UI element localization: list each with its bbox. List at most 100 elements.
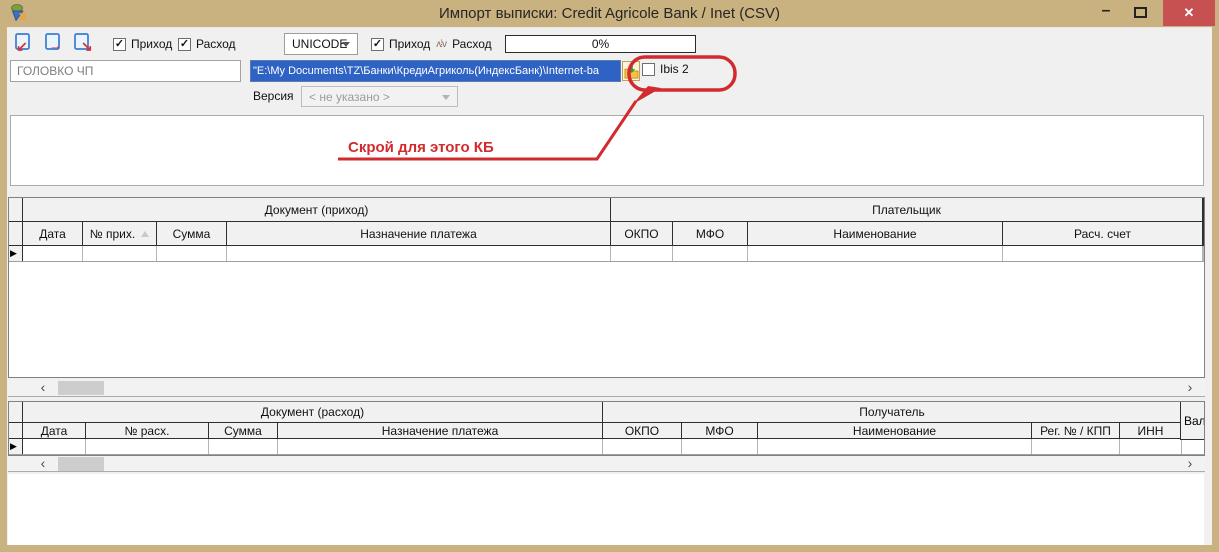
message-panel <box>10 115 1204 186</box>
grid-cell[interactable] <box>209 439 278 454</box>
sync-label-right: Расход <box>452 37 492 51</box>
column-header-data[interactable]: Дата <box>23 222 83 246</box>
grid-cell[interactable] <box>1003 246 1203 261</box>
column-header-okpo[interactable]: ОКПО <box>611 222 673 246</box>
column-header-summa[interactable]: Сумма <box>157 222 227 246</box>
column-header-naimenovanie[interactable]: Наименование <box>748 222 1003 246</box>
file-path-input[interactable]: "E:\My Documents\TZ\Банки\КредиАгриколь(… <box>250 60 621 82</box>
prihod-checkbox-label: Приход <box>131 37 172 51</box>
column-header-label: № прих. <box>90 227 135 241</box>
group-header-document-rashod: Документ (расход) <box>23 402 603 423</box>
sort-indicator-icon <box>141 231 149 237</box>
grid-cell[interactable] <box>1032 439 1120 454</box>
grid-cell[interactable] <box>23 246 83 261</box>
grid-cell[interactable] <box>1203 246 1204 261</box>
rashod-checkbox[interactable]: Расход <box>178 37 236 51</box>
import-rashod-button[interactable]: ↘ <box>72 32 96 56</box>
scroll-right-icon[interactable]: › <box>1181 380 1199 396</box>
scrollbar-thumb[interactable] <box>58 381 104 395</box>
column-header-mfo[interactable]: МФО <box>673 222 748 246</box>
doc-arrow-down-right-icon: ↘ <box>72 32 94 54</box>
window-title: Импорт выписки: Credit Agricole Bank / I… <box>0 0 1219 27</box>
column-header-nomer-rashoda[interactable]: № расх. <box>86 423 209 439</box>
scrollbar-thumb[interactable] <box>58 457 104 471</box>
column-header-mfo[interactable]: МФО <box>682 423 758 439</box>
bottom-empty-area <box>8 474 1204 545</box>
file-path-selected-text: "E:\My Documents\TZ\Банки\КредиАгриколь(… <box>251 65 599 77</box>
row-selector[interactable]: ▶ <box>9 246 23 261</box>
checkbox-checked-icon <box>113 38 126 51</box>
version-dropdown[interactable]: < не указано > <box>301 86 458 107</box>
column-header-reg-kpp[interactable]: Рег. № / КПП <box>1032 423 1120 439</box>
sort-updown-icon: ʌ⁞v <box>436 39 446 50</box>
doc-arrow-down-left-icon: ↙ <box>12 32 34 54</box>
grid-cell[interactable] <box>1120 439 1182 454</box>
ibis2-checkbox-label: Ibis 2 <box>660 62 689 76</box>
current-row-marker-icon: ▶ <box>10 249 17 258</box>
version-label: Версия <box>253 89 294 103</box>
grid-cell[interactable] <box>611 246 673 261</box>
column-header-empty <box>1203 222 1204 246</box>
grid-cell[interactable] <box>673 246 748 261</box>
column-header-inn[interactable]: ИНН <box>1120 423 1182 439</box>
grid-cell[interactable] <box>603 439 682 454</box>
column-header-naznachenie[interactable]: Назначение платежа <box>227 222 611 246</box>
window: Импорт выписки: Credit Agricole Bank / I… <box>0 0 1219 552</box>
version-value: < не указано > <box>309 90 390 104</box>
grid-cell[interactable] <box>227 246 611 261</box>
svg-text:↘: ↘ <box>81 38 93 54</box>
grid-cell[interactable] <box>157 246 227 261</box>
svg-text:↙: ↙ <box>16 38 28 54</box>
browse-file-button[interactable] <box>622 61 640 81</box>
group-header-empty <box>1203 198 1204 222</box>
selector-header <box>9 222 23 246</box>
prihod-checkbox[interactable]: Приход <box>113 37 172 51</box>
checkbox-unchecked-icon <box>642 63 655 76</box>
sync-label-left: Приход <box>389 37 430 51</box>
row-selector[interactable]: ▶ <box>9 439 23 454</box>
selector-header <box>9 402 23 423</box>
outgoing-grid-hscrollbar[interactable]: ‹ › <box>8 456 1205 472</box>
chevron-down-icon <box>342 42 350 47</box>
folder-download-icon <box>624 64 639 79</box>
chevron-down-icon <box>442 95 450 100</box>
group-header-payer: Плательщик <box>611 198 1203 222</box>
scroll-right-icon[interactable]: › <box>1181 456 1199 472</box>
import-prihod-button[interactable]: → <box>42 32 66 56</box>
ibis2-checkbox[interactable]: Ibis 2 <box>642 62 689 76</box>
grid-cell[interactable] <box>682 439 758 454</box>
column-header-naimenovanie[interactable]: Наименование <box>758 423 1032 439</box>
column-header-nomer-prihoda[interactable]: № прих. <box>83 222 157 246</box>
grid-cell[interactable] <box>23 439 86 454</box>
grid-cell[interactable] <box>278 439 603 454</box>
column-header-rasch-schet[interactable]: Расч. счет <box>1003 222 1203 246</box>
close-button[interactable]: ✕ <box>1163 0 1215 26</box>
scroll-left-icon[interactable]: ‹ <box>34 456 52 472</box>
prihod-rashod-sync-checkbox[interactable]: Приход ʌ⁞v Расход <box>371 37 492 51</box>
group-header-payee: Получатель <box>603 402 1182 423</box>
maximize-button[interactable] <box>1124 0 1156 26</box>
group-header-document-prihod: Документ (приход) <box>23 198 611 222</box>
minimize-button[interactable]: – <box>1090 0 1122 26</box>
scroll-left-icon[interactable]: ‹ <box>34 380 52 396</box>
column-header-okpo[interactable]: ОКПО <box>603 423 682 439</box>
outgoing-documents-grid: Вал Документ (расход) Получатель Дата № … <box>8 401 1205 456</box>
doc-arrow-right-icon: → <box>42 32 64 54</box>
grid-cell[interactable] <box>748 246 1003 261</box>
column-header-naznachenie[interactable]: Назначение платежа <box>278 423 603 439</box>
selector-header <box>9 198 23 222</box>
rashod-checkbox-label: Расход <box>196 37 236 51</box>
client-name-input[interactable] <box>10 60 241 82</box>
grid-cell[interactable] <box>758 439 1032 454</box>
column-header-data[interactable]: Дата <box>23 423 86 439</box>
import-file-button[interactable]: ↙ <box>12 32 36 56</box>
titlebar: Импорт выписки: Credit Agricole Bank / I… <box>0 0 1219 27</box>
incoming-documents-grid: Документ (приход) Плательщик Дата № прих… <box>8 197 1205 378</box>
column-header-valuta[interactable]: Вал <box>1180 402 1204 440</box>
grid-cell[interactable] <box>1182 439 1204 454</box>
grid-cell[interactable] <box>86 439 209 454</box>
column-header-summa[interactable]: Сумма <box>209 423 278 439</box>
incoming-grid-hscrollbar[interactable]: ‹ › <box>8 380 1205 397</box>
grid-cell[interactable] <box>83 246 157 261</box>
encoding-dropdown[interactable]: UNICODE <box>284 33 358 55</box>
